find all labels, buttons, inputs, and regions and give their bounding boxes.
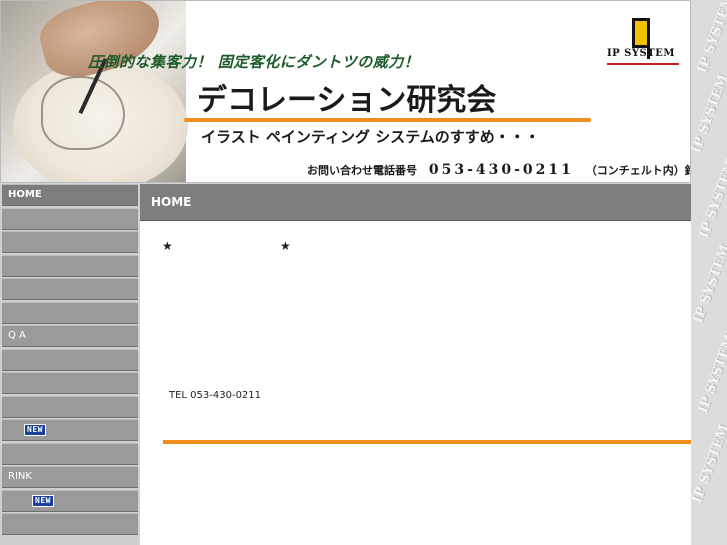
page-title: HOME (151, 195, 192, 209)
ip-system-logo: IP SYSTEM (605, 17, 679, 69)
sidebar-item-5[interactable] (2, 301, 138, 324)
sidebar-item-1[interactable] (2, 207, 138, 230)
tel-text: TEL 053-430-0211 (169, 390, 262, 401)
watermark-text: IP SYSTEM (691, 422, 727, 506)
plate-sketch (41, 76, 125, 150)
site-subtitle: イラスト ペインティング システムのすすめ・・・ (201, 128, 540, 146)
sidebar-item-new-2[interactable]: NEW (2, 489, 138, 512)
sidebar-item-4[interactable] (2, 278, 138, 300)
sidebar-item-9[interactable] (2, 395, 138, 418)
watermark-strip: IP SYSTEM IP SYSTEM IP SYSTEM IP SYSTEM … (691, 0, 727, 545)
sidebar-item-qa[interactable]: Q A (2, 325, 138, 347)
sidebar-item-14[interactable] (2, 513, 138, 535)
sidebar-nav: HOME Q A NEW RINK NEW (0, 184, 139, 545)
sidebar-item-11[interactable] (2, 442, 138, 465)
star-icon: ★ (280, 239, 291, 253)
title-underline (184, 118, 591, 122)
sidebar-item-rink[interactable]: RINK (2, 466, 138, 488)
watermark-text: IP SYSTEM (691, 242, 727, 326)
content-header: HOME (140, 184, 691, 221)
sidebar-item-3[interactable] (2, 254, 138, 277)
site-title: デコレーション研究会 (197, 83, 497, 118)
catchphrase: 圧倒的な集客力！ 固定客化にダントツの威力！ (88, 53, 420, 71)
watermark-text: IP SYSTEM (696, 332, 727, 416)
logo-text: IP SYSTEM (607, 48, 675, 59)
star-icon: ★ (162, 239, 173, 253)
watermark-text: IP SYSTEM (697, 157, 727, 241)
sidebar-item-7[interactable] (2, 348, 138, 371)
header-photo (1, 1, 188, 182)
sidebar-item-2[interactable] (2, 231, 138, 253)
sidebar-item-8[interactable] (2, 372, 138, 394)
sidebar-item-new-1[interactable]: NEW (2, 419, 138, 441)
watermark-text: IP SYSTEM (691, 72, 727, 156)
logo-underline (607, 63, 679, 65)
main-content: ★ ★ TEL 053-430-0211 (140, 221, 691, 545)
watermark-text: IP SYSTEM (695, 0, 727, 76)
contact-info: お問い合わせ電話番号 053-430-0211 （コンチェルト内）鈴木まで (307, 162, 690, 178)
contact-number: 053-430-0211 (428, 162, 574, 178)
header-banner: 圧倒的な集客力！ 固定客化にダントツの威力！ デコレーション研究会 イラスト ペ… (0, 0, 691, 183)
sidebar-item-home[interactable]: HOME (2, 184, 138, 206)
new-badge-icon: NEW (24, 424, 46, 436)
new-badge-icon: NEW (32, 494, 54, 507)
contact-prefix: お問い合わせ電話番号 (307, 164, 417, 177)
contact-suffix: （コンチェルト内）鈴木まで (585, 164, 690, 177)
orange-divider (163, 440, 691, 444)
